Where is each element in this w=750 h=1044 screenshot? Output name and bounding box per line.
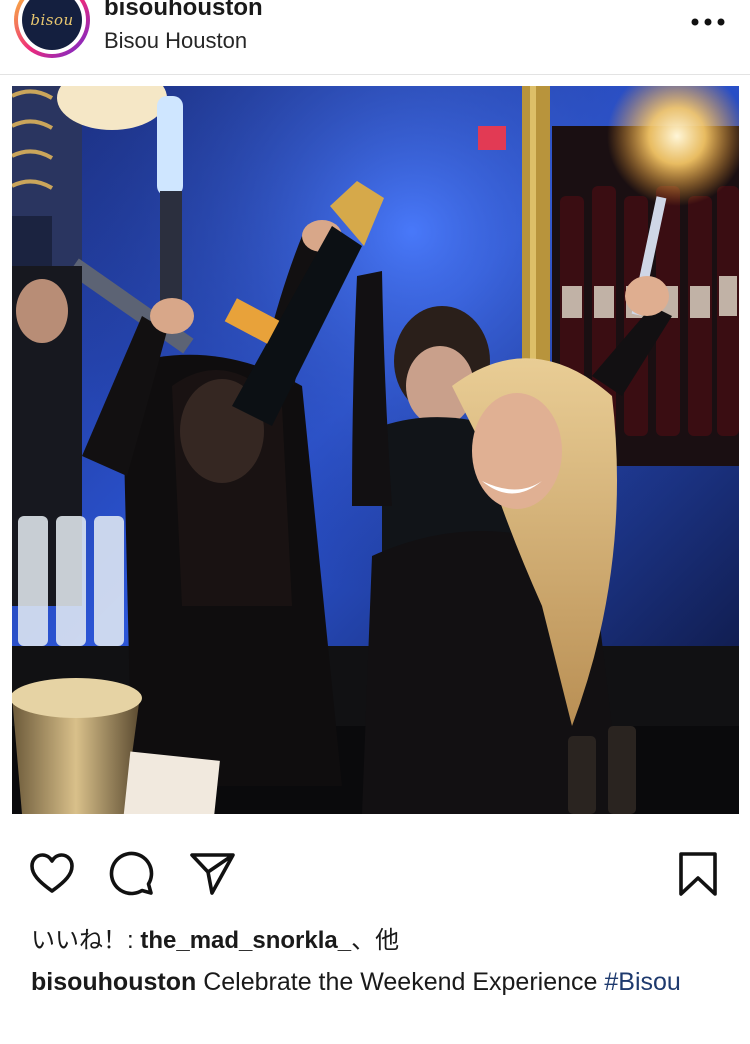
save-button[interactable] xyxy=(674,850,722,898)
liker-username[interactable]: the_mad_snorkla_ xyxy=(140,927,351,954)
comment-icon xyxy=(109,851,154,896)
instagram-post: bisou bisouhouston Bisou Houston いいね！: t… xyxy=(0,0,750,1044)
avatar[interactable]: bisou xyxy=(14,0,90,58)
avatar-logo: bisou xyxy=(30,11,74,29)
post-username[interactable]: bisouhouston xyxy=(104,0,263,22)
more-horizontal-icon xyxy=(691,18,725,26)
likes-prefix: いいね！: xyxy=(31,927,141,954)
post-actions xyxy=(0,840,750,906)
comment-button[interactable] xyxy=(108,850,156,898)
like-button[interactable] xyxy=(28,850,76,898)
caption-username[interactable]: bisouhouston xyxy=(31,968,196,996)
post-photo-illustration xyxy=(12,86,739,814)
heart-icon xyxy=(30,853,74,893)
more-options-button[interactable] xyxy=(688,8,728,36)
caption-text: Celebrate the Weekend Experience xyxy=(196,968,605,996)
bookmark-icon xyxy=(679,852,717,896)
post-photo[interactable] xyxy=(12,86,739,814)
likes-suffix: 、他 xyxy=(351,927,400,954)
post-caption: bisouhouston Celebrate the Weekend Exper… xyxy=(31,964,721,1001)
likes-summary[interactable]: いいね！: the_mad_snorkla_、他 xyxy=(31,920,399,955)
post-header: bisou bisouhouston Bisou Houston xyxy=(0,0,750,75)
send-icon xyxy=(190,853,235,895)
caption-hashtag[interactable]: #Bisou xyxy=(604,968,680,996)
post-location[interactable]: Bisou Houston xyxy=(104,28,247,54)
share-button[interactable] xyxy=(188,850,236,898)
